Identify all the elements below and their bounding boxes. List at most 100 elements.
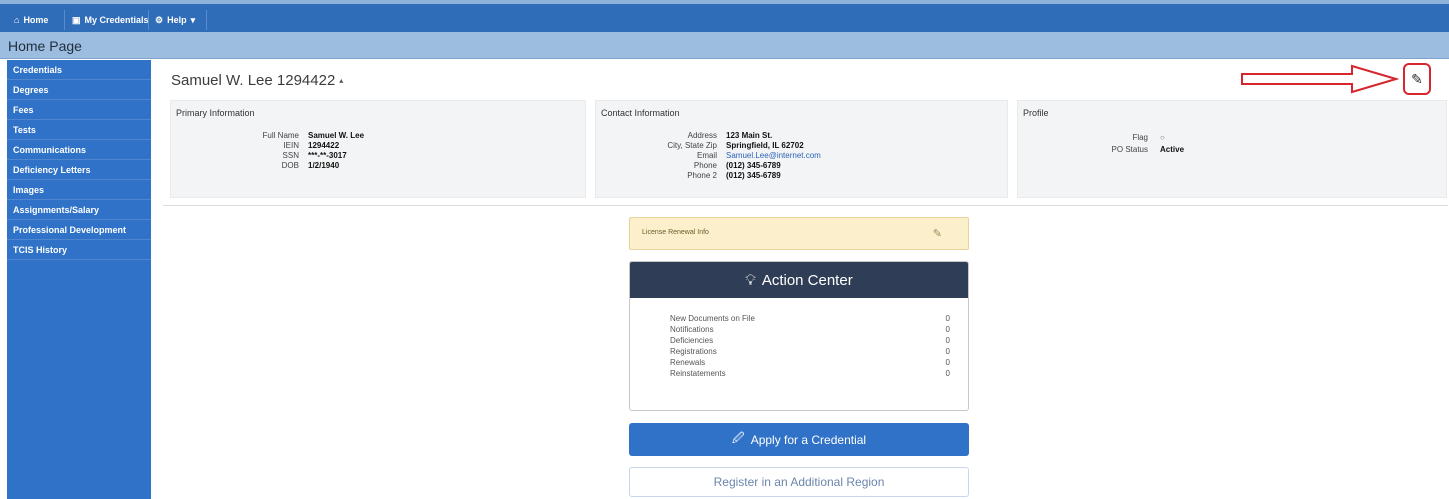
action-row[interactable]: Notifications 0 — [670, 325, 950, 334]
field-label: Email — [696, 151, 717, 160]
nav-my-credentials[interactable]: ▣ My Credentials — [72, 12, 149, 28]
register-button-label: Register in an Additional Region — [713, 475, 885, 489]
panel-title: Primary Information — [176, 108, 255, 118]
field-value: 1294422 — [308, 141, 340, 150]
primary-information-panel: Primary Information Full Name Samuel W. … — [170, 100, 586, 198]
action-row[interactable]: Renewals 0 — [670, 358, 950, 367]
info-row: Email Samuel.Lee@internet.com — [660, 151, 821, 161]
info-row: Flag ○ — [1088, 133, 1165, 143]
action-label: Registrations — [670, 347, 717, 356]
info-row: DOB 1/2/1940 — [248, 161, 339, 171]
action-label: Deficiencies — [670, 336, 714, 345]
action-count: 0 — [945, 336, 950, 345]
action-row[interactable]: Deficiencies 0 — [670, 336, 950, 345]
sidebar-item-professional-development[interactable]: Professional Development — [7, 220, 151, 240]
sidebar-item-tcis-history[interactable]: TCIS History — [7, 240, 151, 260]
sidebar-item-assignments-salary[interactable]: Assignments/Salary — [7, 200, 151, 220]
id-card-icon: ▣ — [72, 14, 81, 25]
edit-button[interactable]: ✎ — [1403, 63, 1431, 95]
annotation-arrow — [1241, 64, 1400, 94]
nav-divider — [64, 10, 65, 30]
action-center-title: Action Center — [761, 271, 853, 289]
sidebar-item-tests[interactable]: Tests — [7, 120, 151, 140]
info-row: City, State Zip Springfield, IL 62702 — [660, 141, 804, 151]
field-label: Phone — [693, 161, 717, 170]
gear-icon: ⚙ — [155, 14, 164, 25]
register-additional-region-button[interactable]: Register in an Additional Region — [629, 467, 969, 497]
info-row: Phone (012) 345-6789 — [660, 161, 781, 171]
action-count: 0 — [945, 358, 950, 367]
person-name: Samuel W. Lee 1294422 — [171, 72, 336, 89]
nav-home[interactable]: ⌂ Home — [14, 12, 48, 28]
action-label: Renewals — [670, 358, 706, 367]
home-icon: ⌂ — [14, 15, 20, 25]
nav-divider — [148, 10, 149, 30]
action-row[interactable]: Reinstatements 0 — [670, 369, 950, 378]
field-value: 123 Main St. — [726, 131, 773, 140]
field-value: Samuel W. Lee — [308, 131, 365, 140]
field-label: Address — [687, 131, 717, 140]
sidebar: Credentials Degrees Fees Tests Communica… — [7, 60, 151, 499]
nav-help[interactable]: ⚙ Help ▾ — [155, 12, 195, 28]
apply-for-credential-button[interactable]: 🖉︎ Apply for a Credential — [629, 423, 969, 456]
field-label: DOB — [281, 161, 299, 170]
action-row[interactable]: New Documents on File 0 — [670, 314, 950, 323]
sidebar-item-deficiency-letters[interactable]: Deficiency Letters — [7, 160, 151, 180]
chevron-down-icon: ▾ — [190, 14, 196, 25]
info-row: Address 123 Main St. — [660, 131, 773, 141]
lightbulb-icon: 💡︎ — [745, 271, 756, 289]
contact-information-panel: Contact Information Address 123 Main St.… — [595, 100, 1008, 198]
field-value: ***-**-3017 — [308, 151, 347, 160]
status-value: Active — [1160, 145, 1185, 154]
sidebar-item-communications[interactable]: Communications — [7, 140, 151, 160]
action-count: 0 — [945, 369, 950, 378]
panel-title: Contact Information — [601, 108, 680, 118]
info-row: PO Status Active — [1088, 145, 1184, 155]
edit-icon[interactable]: ✎ — [933, 227, 942, 240]
field-label: Phone 2 — [687, 171, 717, 180]
action-label: Notifications — [670, 325, 714, 334]
panel-title: Profile — [1023, 108, 1049, 118]
action-count: 0 — [945, 325, 950, 334]
page-title-bar: Home Page — [0, 32, 1449, 59]
info-row: SSN ***-**-3017 — [248, 151, 347, 161]
field-label: PO Status — [1111, 145, 1148, 154]
field-label: City, State Zip — [667, 141, 717, 150]
edit-icon: ✎ — [1411, 70, 1423, 87]
apply-button-label: Apply for a Credential — [750, 432, 867, 447]
nav-home-label: Home — [23, 15, 49, 25]
document-pen-icon: 🖉︎ — [731, 431, 745, 445]
action-row[interactable]: Registrations 0 — [670, 347, 950, 356]
field-value: (012) 345-6789 — [726, 161, 781, 170]
top-navbar: ⌂ Home ▣ My Credentials ⚙ Help ▾ — [0, 0, 1449, 32]
info-row: Full Name Samuel W. Lee — [248, 131, 364, 141]
info-row: IEIN 1294422 — [248, 141, 339, 151]
action-count: 0 — [945, 314, 950, 323]
field-label: SSN — [282, 151, 299, 160]
action-center-header: 💡︎ Action Center — [630, 262, 968, 298]
sidebar-item-fees[interactable]: Fees — [7, 100, 151, 120]
profile-panel: Profile Flag ○ PO Status Active — [1017, 100, 1447, 198]
action-center-panel: 💡︎ Action Center New Documents on File 0… — [629, 261, 969, 411]
section-divider — [163, 205, 1448, 206]
field-label: IEIN — [283, 141, 299, 150]
email-link[interactable]: Samuel.Lee@internet.com — [726, 151, 821, 161]
sidebar-item-credentials[interactable]: Credentials — [7, 60, 151, 80]
sidebar-item-degrees[interactable]: Degrees — [7, 80, 151, 100]
license-renewal-label: License Renewal Info — [642, 229, 709, 236]
page-title: Home Page — [8, 38, 82, 54]
action-label: Reinstatements — [670, 369, 726, 378]
collapse-caret-icon[interactable]: ▴ — [339, 76, 343, 85]
flag-radio[interactable]: ○ — [1160, 133, 1165, 143]
sidebar-item-images[interactable]: Images — [7, 180, 151, 200]
nav-divider — [206, 10, 207, 30]
field-label: Flag — [1132, 133, 1148, 142]
nav-help-label: Help — [167, 15, 187, 25]
action-count: 0 — [945, 347, 950, 356]
field-label: Full Name — [262, 131, 299, 140]
person-header[interactable]: Samuel W. Lee 1294422 ▴ — [171, 72, 343, 89]
info-row: Phone 2 (012) 345-6789 — [660, 171, 781, 181]
license-renewal-box[interactable]: License Renewal Info ✎ — [629, 217, 969, 250]
nav-my-credentials-label: My Credentials — [84, 15, 149, 25]
field-value: Springfield, IL 62702 — [726, 141, 804, 150]
